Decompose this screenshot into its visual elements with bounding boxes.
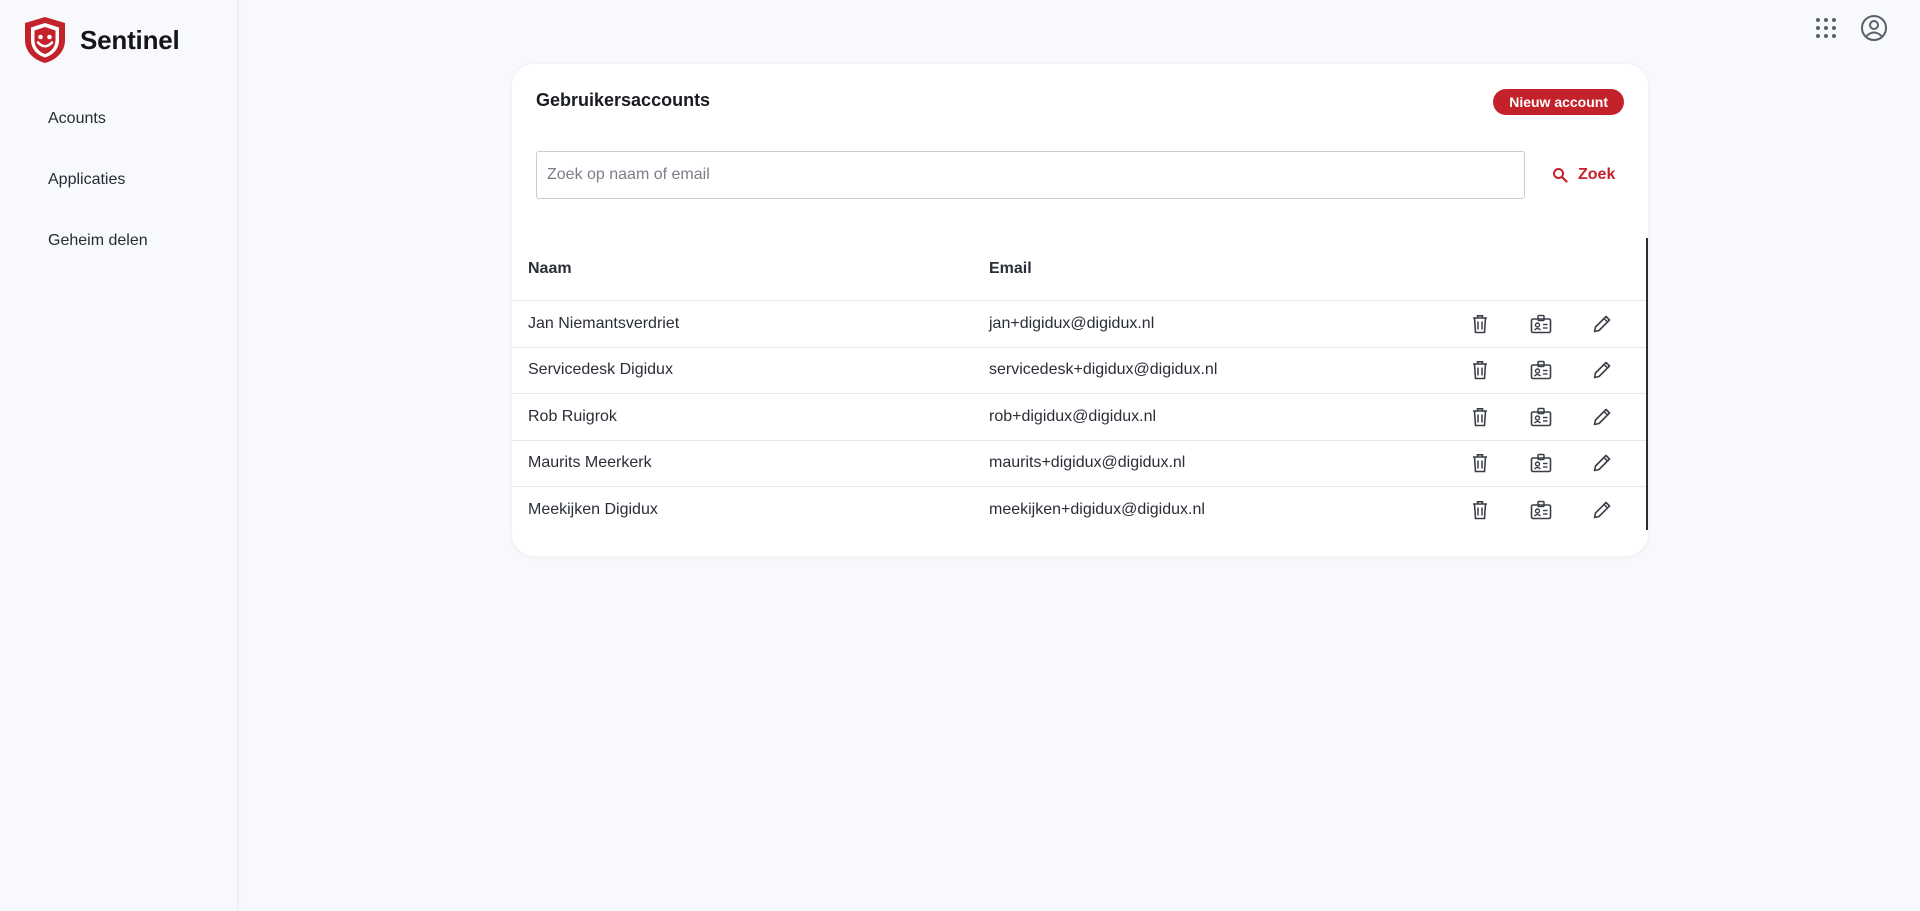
row-name: Maurits Meerkerk: [528, 454, 652, 472]
row-actions: [1449, 407, 1632, 427]
sidebar-item-geheim-delen[interactable]: Geheim delen: [0, 220, 238, 281]
row-name: Jan Niemantsverdriet: [528, 314, 680, 332]
search-input[interactable]: [536, 151, 1525, 199]
apps-grid-icon[interactable]: [1812, 14, 1840, 42]
trash-icon[interactable]: [1449, 500, 1510, 520]
table-row: Meekijken Digidux meekijken+digidux@digi…: [512, 487, 1646, 534]
column-header-email: Email: [989, 260, 1032, 277]
brand-logo[interactable]: Sentinel: [22, 15, 180, 65]
pencil-icon[interactable]: [1571, 360, 1632, 380]
trash-icon[interactable]: [1449, 453, 1510, 473]
row-email: servicedesk+digidux@digidux.nl: [989, 361, 1218, 379]
table-scrollbar[interactable]: [1646, 238, 1648, 530]
topbar-icons: [1812, 14, 1888, 42]
search-button-label: Zoek: [1578, 166, 1616, 183]
new-account-button[interactable]: Nieuw account: [1493, 89, 1624, 115]
search-icon: [1553, 168, 1568, 183]
trash-icon[interactable]: [1449, 407, 1510, 427]
table-row: Jan Niemantsverdriet jan+digidux@digidux…: [512, 301, 1646, 348]
accounts-table: Naam Email Jan Niemantsverdriet jan+digi…: [512, 238, 1646, 534]
pencil-icon[interactable]: [1571, 500, 1632, 520]
row-name: Rob Ruigrok: [528, 407, 617, 425]
sidebar: Sentinel Acounts Applicaties Geheim dele…: [0, 0, 238, 911]
shield-logo-icon: [25, 17, 65, 63]
sidebar-item-acounts[interactable]: Acounts: [0, 98, 238, 159]
sidebar-nav: Acounts Applicaties Geheim delen: [0, 98, 238, 281]
account-circle-icon[interactable]: [1860, 14, 1888, 42]
pencil-icon[interactable]: [1571, 453, 1632, 473]
table-row: Servicedesk Digidux servicedesk+digidux@…: [512, 348, 1646, 394]
row-actions: [1449, 360, 1632, 380]
row-name: Meekijken Digidux: [528, 501, 658, 519]
trash-icon[interactable]: [1449, 314, 1510, 334]
row-email: jan+digidux@digidux.nl: [989, 314, 1155, 332]
search-button[interactable]: Zoek: [1542, 160, 1625, 190]
row-email: maurits+digidux@digidux.nl: [989, 454, 1186, 472]
sidebar-item-applicaties[interactable]: Applicaties: [0, 159, 238, 220]
id-badge-icon[interactable]: [1510, 360, 1571, 380]
row-email: rob+digidux@digidux.nl: [989, 407, 1157, 425]
row-name: Servicedesk Digidux: [528, 361, 673, 379]
row-actions: [1449, 500, 1632, 520]
table-header: Naam Email: [512, 238, 1646, 301]
trash-icon[interactable]: [1449, 360, 1510, 380]
page-title: Gebruikersaccounts: [536, 90, 711, 110]
id-badge-icon[interactable]: [1510, 407, 1571, 427]
row-email: meekijken+digidux@digidux.nl: [989, 501, 1205, 519]
id-badge-icon[interactable]: [1510, 314, 1571, 334]
accounts-card: Gebruikersaccounts Nieuw account Zoek Na…: [512, 64, 1648, 556]
column-header-naam: Naam: [528, 260, 572, 277]
table-row: Rob Ruigrok rob+digidux@digidux.nl: [512, 394, 1646, 441]
app-name: Sentinel: [80, 24, 180, 55]
row-actions: [1449, 314, 1632, 334]
pencil-icon[interactable]: [1571, 314, 1632, 334]
id-badge-icon[interactable]: [1510, 500, 1571, 520]
row-actions: [1449, 453, 1632, 473]
table-row: Maurits Meerkerk maurits+digidux@digidux…: [512, 441, 1646, 487]
pencil-icon[interactable]: [1571, 407, 1632, 427]
id-badge-icon[interactable]: [1510, 453, 1571, 473]
